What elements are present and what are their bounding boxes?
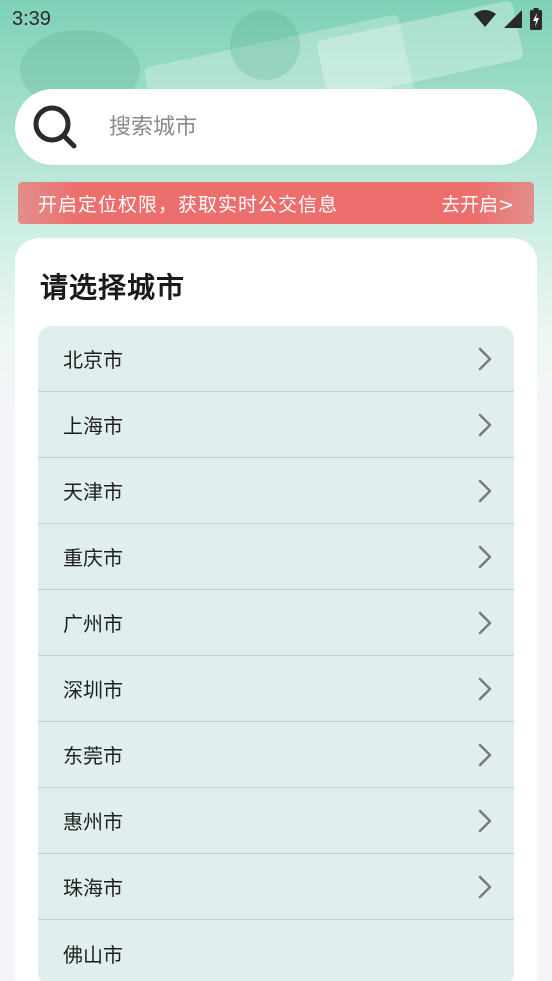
city-item-beijing[interactable]: 北京市 <box>38 326 514 392</box>
search-icon[interactable] <box>31 103 79 151</box>
banner-text: 开启定位权限，获取实时公交信息 <box>38 193 339 216</box>
city-name: 惠州市 <box>63 810 123 834</box>
city-item-zhuhai[interactable]: 珠海市 <box>38 854 514 920</box>
wifi-icon <box>474 10 496 27</box>
city-list: 北京市 上海市 天津市 重庆市 广州市 深圳市 东莞市 惠州市 珠海市 佛山市 <box>38 326 514 981</box>
city-name: 珠海市 <box>63 876 123 900</box>
enable-location-link[interactable]: 去开启> <box>441 190 514 217</box>
city-select-card: 请选择城市 北京市 上海市 天津市 重庆市 广州市 深圳市 东莞市 惠州市 珠海… <box>15 238 537 981</box>
search-input[interactable] <box>109 114 489 140</box>
chevron-right-icon <box>478 413 492 436</box>
city-item-tianjin[interactable]: 天津市 <box>38 458 514 524</box>
search-bar[interactable] <box>15 89 537 165</box>
city-item-guangzhou[interactable]: 广州市 <box>38 590 514 656</box>
chevron-right-icon <box>478 809 492 832</box>
city-item-dongguan[interactable]: 东莞市 <box>38 722 514 788</box>
location-permission-banner[interactable]: 开启定位权限，获取实时公交信息 去开启> <box>18 182 534 224</box>
city-name: 北京市 <box>63 348 123 372</box>
city-name: 上海市 <box>63 414 123 438</box>
battery-charging-icon <box>530 8 542 30</box>
chevron-right-icon <box>478 743 492 766</box>
chevron-right-icon <box>478 479 492 502</box>
status-icons <box>474 8 542 30</box>
signal-icon <box>504 10 522 28</box>
city-name: 重庆市 <box>63 546 123 570</box>
card-title: 请选择城市 <box>40 271 186 304</box>
city-name: 广州市 <box>63 612 123 636</box>
city-name: 东莞市 <box>63 744 123 768</box>
chevron-right-icon <box>478 347 492 370</box>
status-bar: 3:39 <box>0 0 552 38</box>
city-item-shanghai[interactable]: 上海市 <box>38 392 514 458</box>
chevron-right-icon <box>478 677 492 700</box>
city-item-shenzhen[interactable]: 深圳市 <box>38 656 514 722</box>
chevron-right-icon <box>478 545 492 568</box>
city-name: 佛山市 <box>63 942 123 967</box>
city-item-foshan[interactable]: 佛山市 <box>38 920 514 981</box>
chevron-right-icon <box>478 611 492 634</box>
city-name: 深圳市 <box>63 678 123 702</box>
city-name: 天津市 <box>63 480 123 504</box>
city-item-huizhou[interactable]: 惠州市 <box>38 788 514 854</box>
status-time: 3:39 <box>12 7 51 30</box>
chevron-right-icon <box>478 875 492 898</box>
city-item-chongqing[interactable]: 重庆市 <box>38 524 514 590</box>
